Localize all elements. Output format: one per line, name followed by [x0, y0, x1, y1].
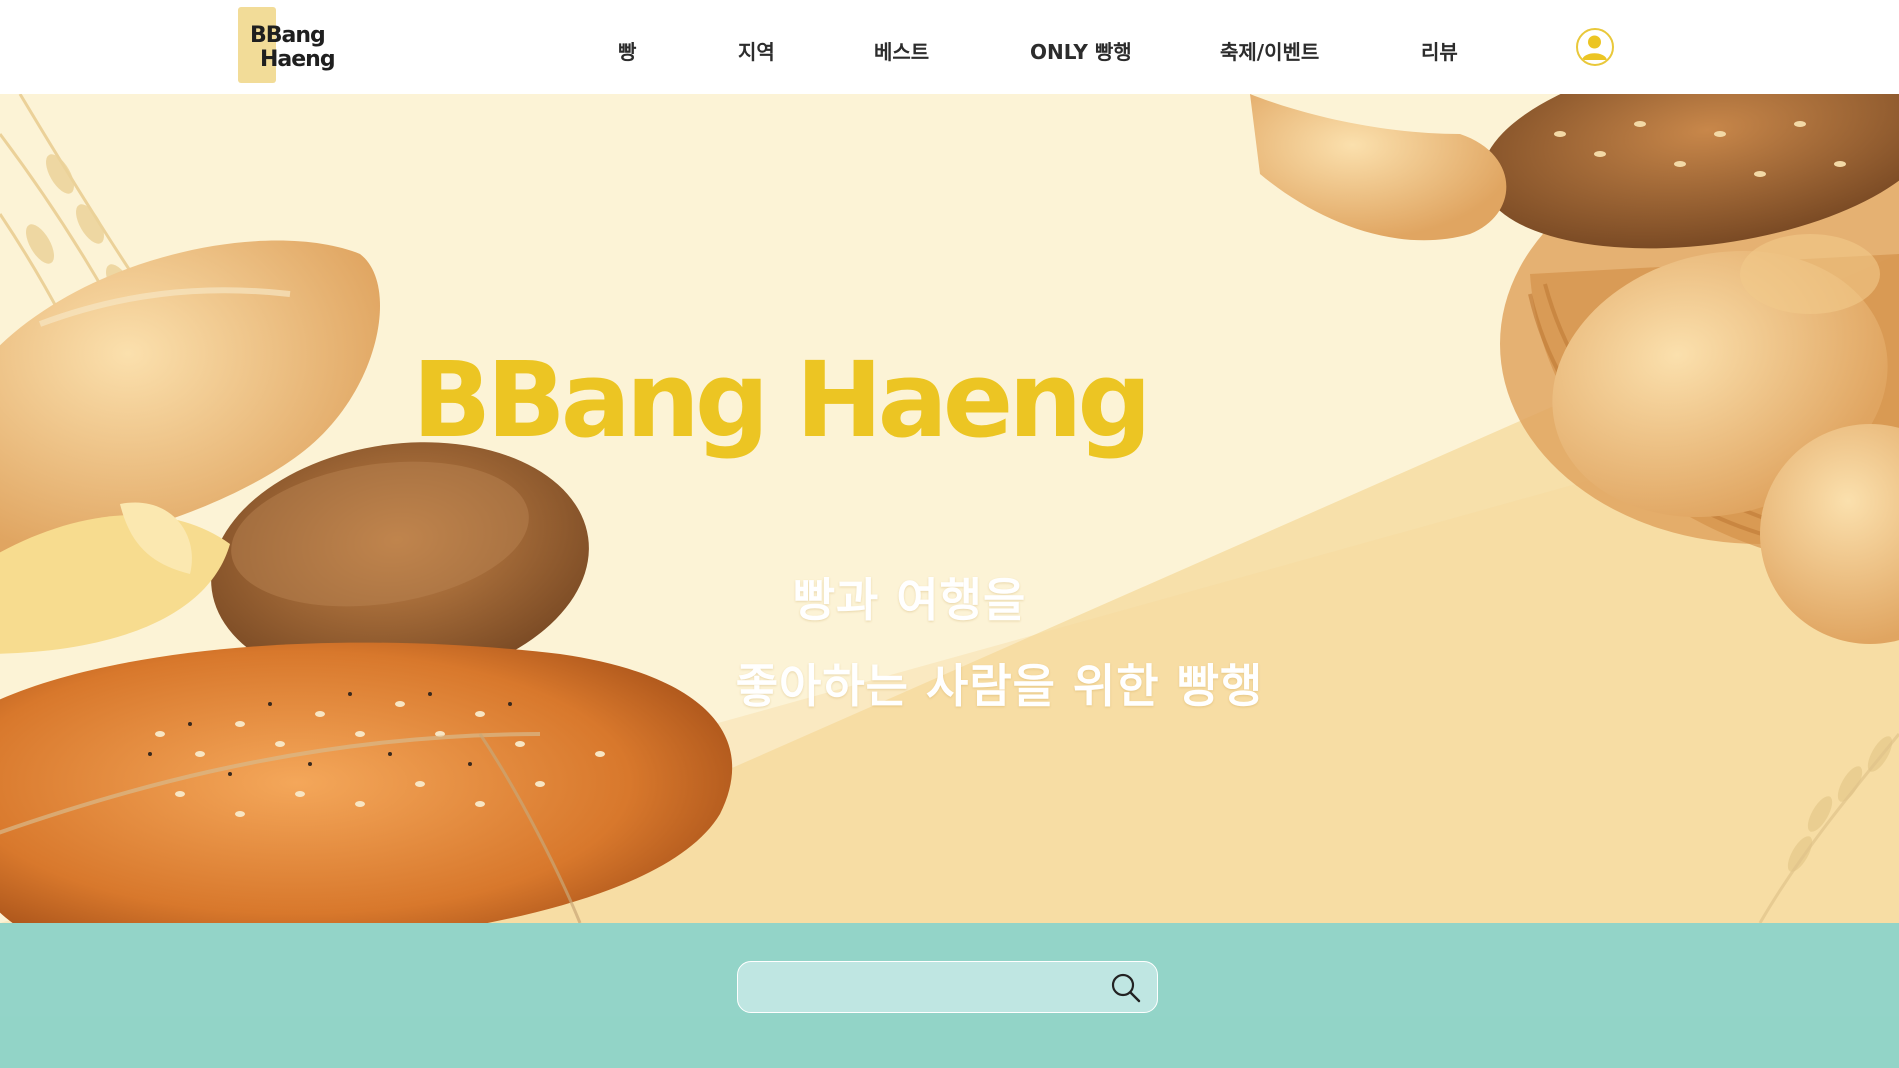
nav-item-bread[interactable]: 빵: [618, 36, 636, 65]
hero-section: BBang Haeng 빵과 여행을 좋아하는 사람을 위한 빵행: [0, 94, 1899, 923]
nav-item-festival-event[interactable]: 축제/이벤트: [1220, 36, 1319, 65]
user-icon: [1582, 35, 1607, 60]
hero-bread-illustration: [0, 94, 1899, 923]
search-input[interactable]: [752, 972, 1096, 1004]
site-header: BBang Haeng 빵 지역 베스트 ONLY 빵행 축제/이벤트 리뷰: [0, 0, 1899, 94]
hero-subtitle-line1: 빵과 여행을: [792, 573, 1027, 627]
nav-item-region[interactable]: 지역: [738, 36, 775, 65]
search-band: [0, 923, 1899, 1068]
nav-item-best[interactable]: 베스트: [874, 36, 929, 65]
hero-subtitle-line2: 좋아하는 사람을 위한 빵행: [735, 659, 1264, 713]
profile-button[interactable]: [1576, 28, 1614, 66]
nav-item-only-bbanghaeng[interactable]: ONLY 빵행: [1030, 36, 1132, 65]
search-box: [737, 961, 1158, 1013]
nav-item-review[interactable]: 리뷰: [1421, 36, 1458, 65]
main-nav: 빵 지역 베스트 ONLY 빵행 축제/이벤트 리뷰: [0, 0, 1899, 94]
search-icon[interactable]: [1110, 972, 1142, 1004]
hero-title: BBang Haeng: [412, 339, 1152, 461]
